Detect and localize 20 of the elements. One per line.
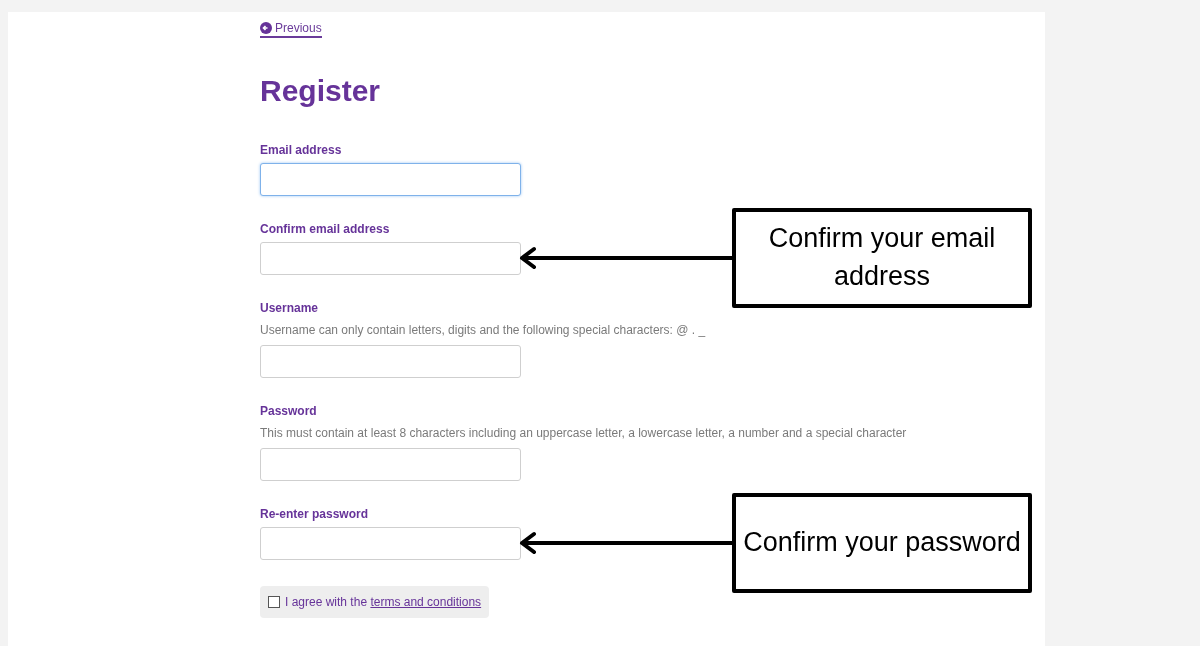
page-title: Register xyxy=(260,74,382,107)
field-label: Username xyxy=(260,301,320,315)
field-label: Password xyxy=(260,404,318,418)
input-field[interactable] xyxy=(260,345,521,378)
input-field[interactable] xyxy=(260,163,521,196)
agree-checkbox[interactable] xyxy=(268,596,280,608)
callout-box: Confirm your password xyxy=(732,493,1032,593)
input-field[interactable] xyxy=(260,527,521,560)
field-label: Re-enter password xyxy=(260,507,370,521)
field-label: Email address xyxy=(260,143,343,157)
field-hint: This must contain at least 8 characters including an uppercase letter, a lowercase letter, a number and a special character xyxy=(260,426,908,440)
callout-box: Confirm your email address xyxy=(732,208,1032,308)
field-label: Confirm email address xyxy=(260,222,391,236)
input-field[interactable] xyxy=(260,448,521,481)
terms-link[interactable]: terms and conditions xyxy=(370,595,482,609)
agree-text: I agree with the terms and conditions xyxy=(285,595,482,609)
input-field[interactable] xyxy=(260,242,521,275)
previous-link[interactable]: Previous xyxy=(260,21,322,38)
back-arrow-icon xyxy=(260,22,272,34)
field-hint: Username can only contain letters, digits and the following special characters: @ . _ xyxy=(260,323,707,337)
